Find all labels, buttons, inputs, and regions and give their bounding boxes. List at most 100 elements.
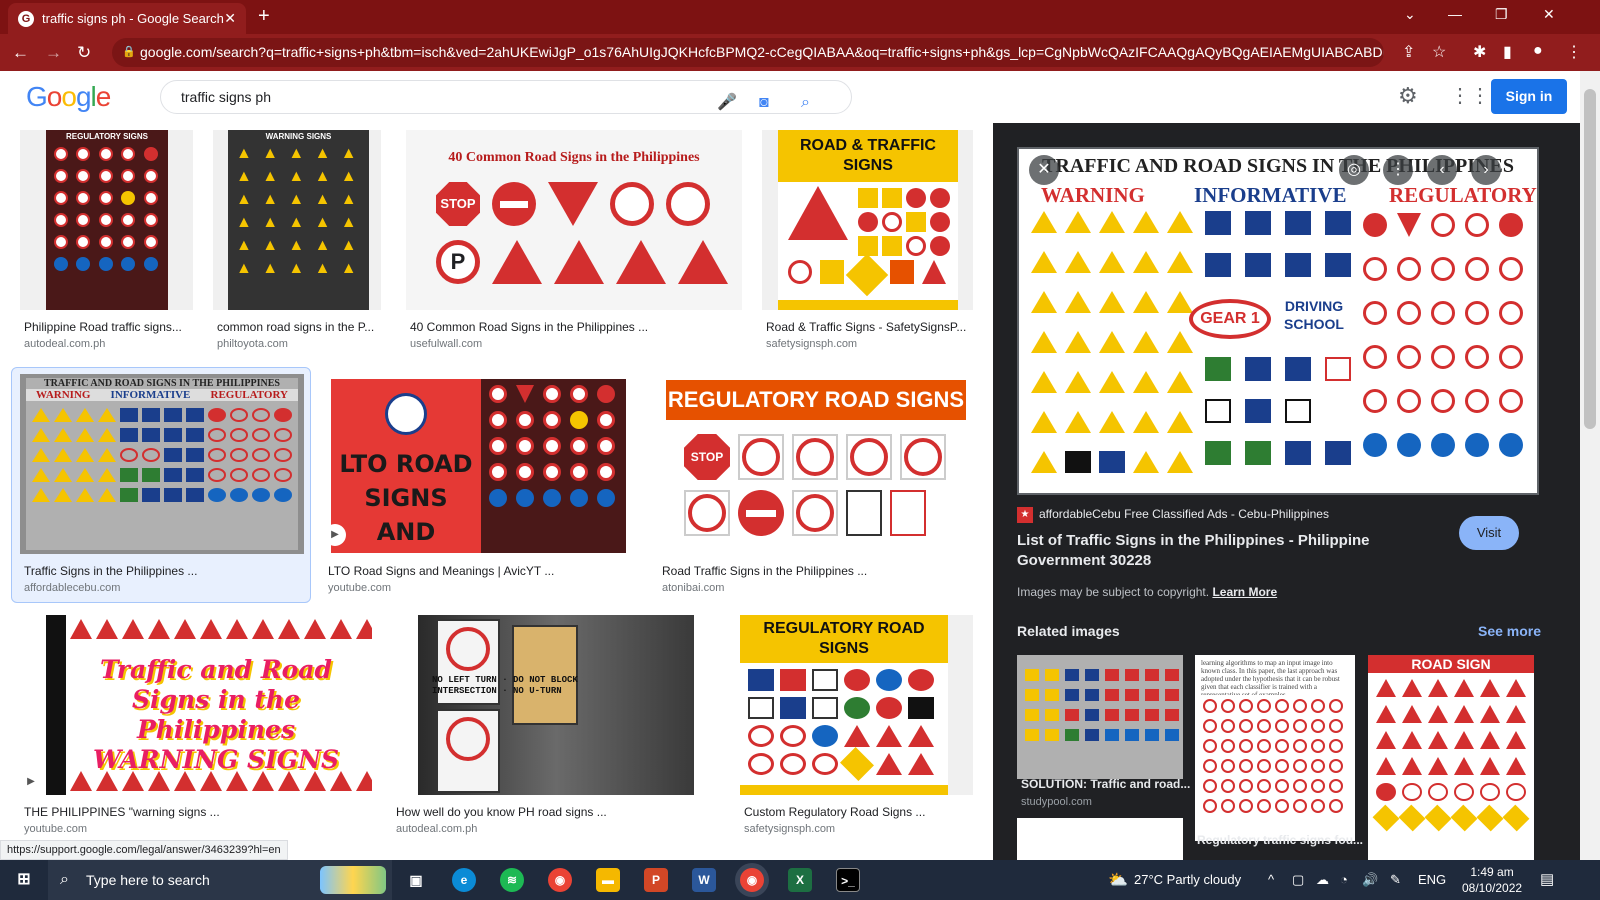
- windows-start-icon[interactable]: ⊞: [12, 868, 36, 892]
- powerpoint-icon[interactable]: P: [644, 868, 668, 892]
- next-icon[interactable]: ›: [1471, 155, 1501, 185]
- reload-icon[interactable]: ↻: [77, 43, 91, 63]
- image-result[interactable]: ROAD & TRAFFIC SIGNS Road & Traffic Sign…: [762, 130, 973, 350]
- related-image[interactable]: [1017, 655, 1183, 779]
- url-field[interactable]: 🔒 google.com/search?q=traffic+signs+ph&t…: [112, 38, 1384, 67]
- image-result[interactable]: REGULATORY ROAD SIGNS STOP Road Traffic …: [658, 374, 974, 594]
- see-more-link[interactable]: See more: [1478, 623, 1541, 639]
- task-view-icon[interactable]: ▣: [404, 868, 428, 892]
- notifications-icon[interactable]: ▤: [1540, 870, 1554, 888]
- volume-icon[interactable]: 🔊: [1362, 872, 1378, 888]
- result-thumbnail: REGULATORY SIGNS: [46, 130, 168, 310]
- page-scrollbar[interactable]: [1580, 71, 1600, 860]
- edge-icon[interactable]: e: [452, 868, 476, 892]
- lens-search-icon[interactable]: ◙: [759, 87, 769, 119]
- image-result[interactable]: Traffic and Road Signs in the Philippine…: [20, 615, 372, 835]
- tab-title: traffic signs ph - Google Search: [42, 11, 224, 26]
- result-title[interactable]: LTO Road Signs and Meanings | AvicYT ...: [328, 564, 628, 578]
- lens-icon[interactable]: ◎: [1339, 155, 1369, 185]
- close-preview-icon[interactable]: ✕: [1029, 155, 1059, 185]
- taskbar-search[interactable]: ⌕ Type here to search: [48, 860, 392, 900]
- result-title[interactable]: Traffic Signs in the Philippines ...: [24, 564, 304, 578]
- chrome-active-icon[interactable]: ◉: [740, 868, 764, 892]
- result-title[interactable]: How well do you know PH road signs ...: [396, 805, 716, 819]
- image-result[interactable]: NO LEFT TURN · DO NOT BLOCK INTERSECTION…: [392, 615, 720, 835]
- terminal-icon[interactable]: >_: [836, 868, 860, 892]
- url-text: google.com/search?q=traffic+signs+ph&tbm…: [140, 44, 1384, 60]
- pen-icon[interactable]: ✎: [1390, 872, 1401, 888]
- result-source: atonibai.com: [662, 582, 725, 594]
- learn-more-link[interactable]: Learn More: [1212, 585, 1277, 599]
- side-panel-icon[interactable]: ▮: [1503, 42, 1512, 62]
- profile-icon[interactable]: ●: [1533, 42, 1543, 60]
- result-title[interactable]: THE PHILIPPINES "warning signs ...: [24, 805, 369, 819]
- related-image[interactable]: ROAD SIGN: [1368, 655, 1534, 860]
- image-result[interactable]: 40 Common Road Signs in the Philippines …: [406, 130, 742, 350]
- chrome-icon[interactable]: ◉: [548, 868, 572, 892]
- play-icon: ▶: [27, 776, 35, 787]
- copyright-notice: Images may be subject to copyright. Lear…: [1017, 585, 1278, 599]
- related-image[interactable]: [1017, 818, 1183, 860]
- close-tab-icon[interactable]: ✕: [224, 10, 236, 27]
- previous-icon[interactable]: ‹: [1427, 155, 1457, 185]
- weather-icon[interactable]: ⛅: [1108, 870, 1128, 890]
- preview-image[interactable]: TRAFFIC AND ROAD SIGNS IN THE PHILIPPINE…: [1017, 147, 1539, 495]
- spotify-icon[interactable]: ≋: [500, 868, 524, 892]
- extensions-icon[interactable]: ✱: [1473, 42, 1486, 62]
- related-image[interactable]: learning algorithms to map an input imag…: [1195, 655, 1355, 841]
- status-bar-url: https://support.google.com/legal/answer/…: [0, 840, 288, 860]
- sign-in-button[interactable]: Sign in: [1491, 79, 1567, 114]
- tray-chevron-icon[interactable]: ^: [1268, 872, 1274, 887]
- search-icon[interactable]: ⌕: [801, 87, 810, 119]
- search-input[interactable]: traffic signs ph 🎤 ◙ ⌕: [160, 80, 852, 114]
- result-thumbnail: WARNING SIGNS ▲ ▲ ▲ ▲ ▲ ▲ ▲ ▲ ▲ ▲ ▲ ▲ ▲ ▲ ▲ ▲ ▲ ▲ ▲ ▲ ▲ ▲ ▲ ▲ ▲ ▲…: [228, 130, 369, 310]
- language-indicator[interactable]: ENG: [1418, 872, 1446, 887]
- play-icon: ▶: [324, 524, 346, 546]
- image-result[interactable]: REGULATORY SIGNS Philippine Road traffic…: [20, 130, 193, 350]
- tray-cloud-icon[interactable]: ☁: [1316, 872, 1329, 888]
- related-images-heading: Related images: [1017, 623, 1120, 639]
- image-result[interactable]: WARNING SIGNS ▲ ▲ ▲ ▲ ▲ ▲ ▲ ▲ ▲ ▲ ▲ ▲ ▲ ▲ ▲ ▲ ▲ ▲ ▲ ▲ ▲ ▲ ▲ ▲ ▲ ▲…: [213, 130, 381, 350]
- result-title[interactable]: Road Traffic Signs in the Philippines ..…: [662, 564, 972, 578]
- more-options-icon[interactable]: ⋮: [1383, 155, 1413, 185]
- image-result[interactable]: REGULATORY ROAD SIGNS Custom Regulatory …: [740, 615, 973, 835]
- minimize-icon[interactable]: —: [1448, 6, 1462, 22]
- restore-icon[interactable]: ❐: [1495, 6, 1508, 23]
- bookmark-star-icon[interactable]: ☆: [1432, 42, 1446, 62]
- scrollbar-thumb[interactable]: [1584, 89, 1596, 429]
- back-icon[interactable]: ←: [12, 43, 29, 63]
- new-tab-icon[interactable]: +: [258, 5, 270, 28]
- clock[interactable]: 1:49 am 08/10/2022: [1462, 864, 1522, 896]
- weather-text[interactable]: 27°C Partly cloudy: [1134, 872, 1241, 887]
- browser-tab[interactable]: G traffic signs ph - Google Search ✕: [8, 3, 246, 34]
- menu-icon[interactable]: ⋮: [1566, 42, 1582, 62]
- preview-category-warning: WARNING: [1041, 183, 1145, 207]
- image-result[interactable]: LTO ROAD SIGNS AND MEANINGS ▶ LTO Road S…: [324, 374, 632, 594]
- forward-icon[interactable]: →: [45, 43, 62, 63]
- voice-search-icon[interactable]: 🎤: [717, 87, 737, 119]
- share-icon[interactable]: ⇪: [1402, 42, 1415, 62]
- result-title[interactable]: Philippine Road traffic signs...: [24, 320, 194, 334]
- result-title[interactable]: 40 Common Road Signs in the Philippines …: [410, 320, 740, 334]
- wifi-icon[interactable]: ◔: [1340, 872, 1348, 887]
- settings-gear-icon[interactable]: ⚙: [1398, 83, 1418, 109]
- result-thumbnail: TRAFFIC AND ROAD SIGNS IN THE PHILIPPINE…: [20, 374, 304, 554]
- related-image-title[interactable]: SOLUTION: Traffic and road...: [1021, 777, 1190, 791]
- tray-app-icon[interactable]: ▢: [1292, 872, 1304, 888]
- result-title[interactable]: Custom Regulatory Road Signs ...: [744, 805, 972, 819]
- excel-icon[interactable]: X: [788, 868, 812, 892]
- result-title[interactable]: common road signs in the P...: [217, 320, 382, 334]
- word-icon[interactable]: W: [692, 868, 716, 892]
- google-favicon-icon: G: [18, 10, 34, 27]
- google-logo[interactable]: Google: [26, 81, 111, 113]
- preview-title[interactable]: List of Traffic Signs in the Philippines…: [1017, 531, 1437, 571]
- visit-button[interactable]: Visit: [1459, 516, 1519, 550]
- tab-search-icon[interactable]: ⌄: [1404, 6, 1416, 23]
- image-result[interactable]: TRAFFIC AND ROAD SIGNS IN THE PHILIPPINE…: [20, 374, 304, 594]
- related-image-title[interactable]: Regulatory traffic signs fou...: [1197, 833, 1363, 847]
- result-title[interactable]: Road & Traffic Signs - SafetySignsP...: [766, 320, 971, 334]
- regulatory-sign-grid: [1363, 213, 1523, 457]
- preview-source[interactable]: ★ affordableCebu Free Classified Ads - Ce…: [1017, 507, 1329, 523]
- file-explorer-icon[interactable]: ▬: [596, 868, 620, 892]
- window-close-icon[interactable]: ✕: [1543, 6, 1555, 23]
